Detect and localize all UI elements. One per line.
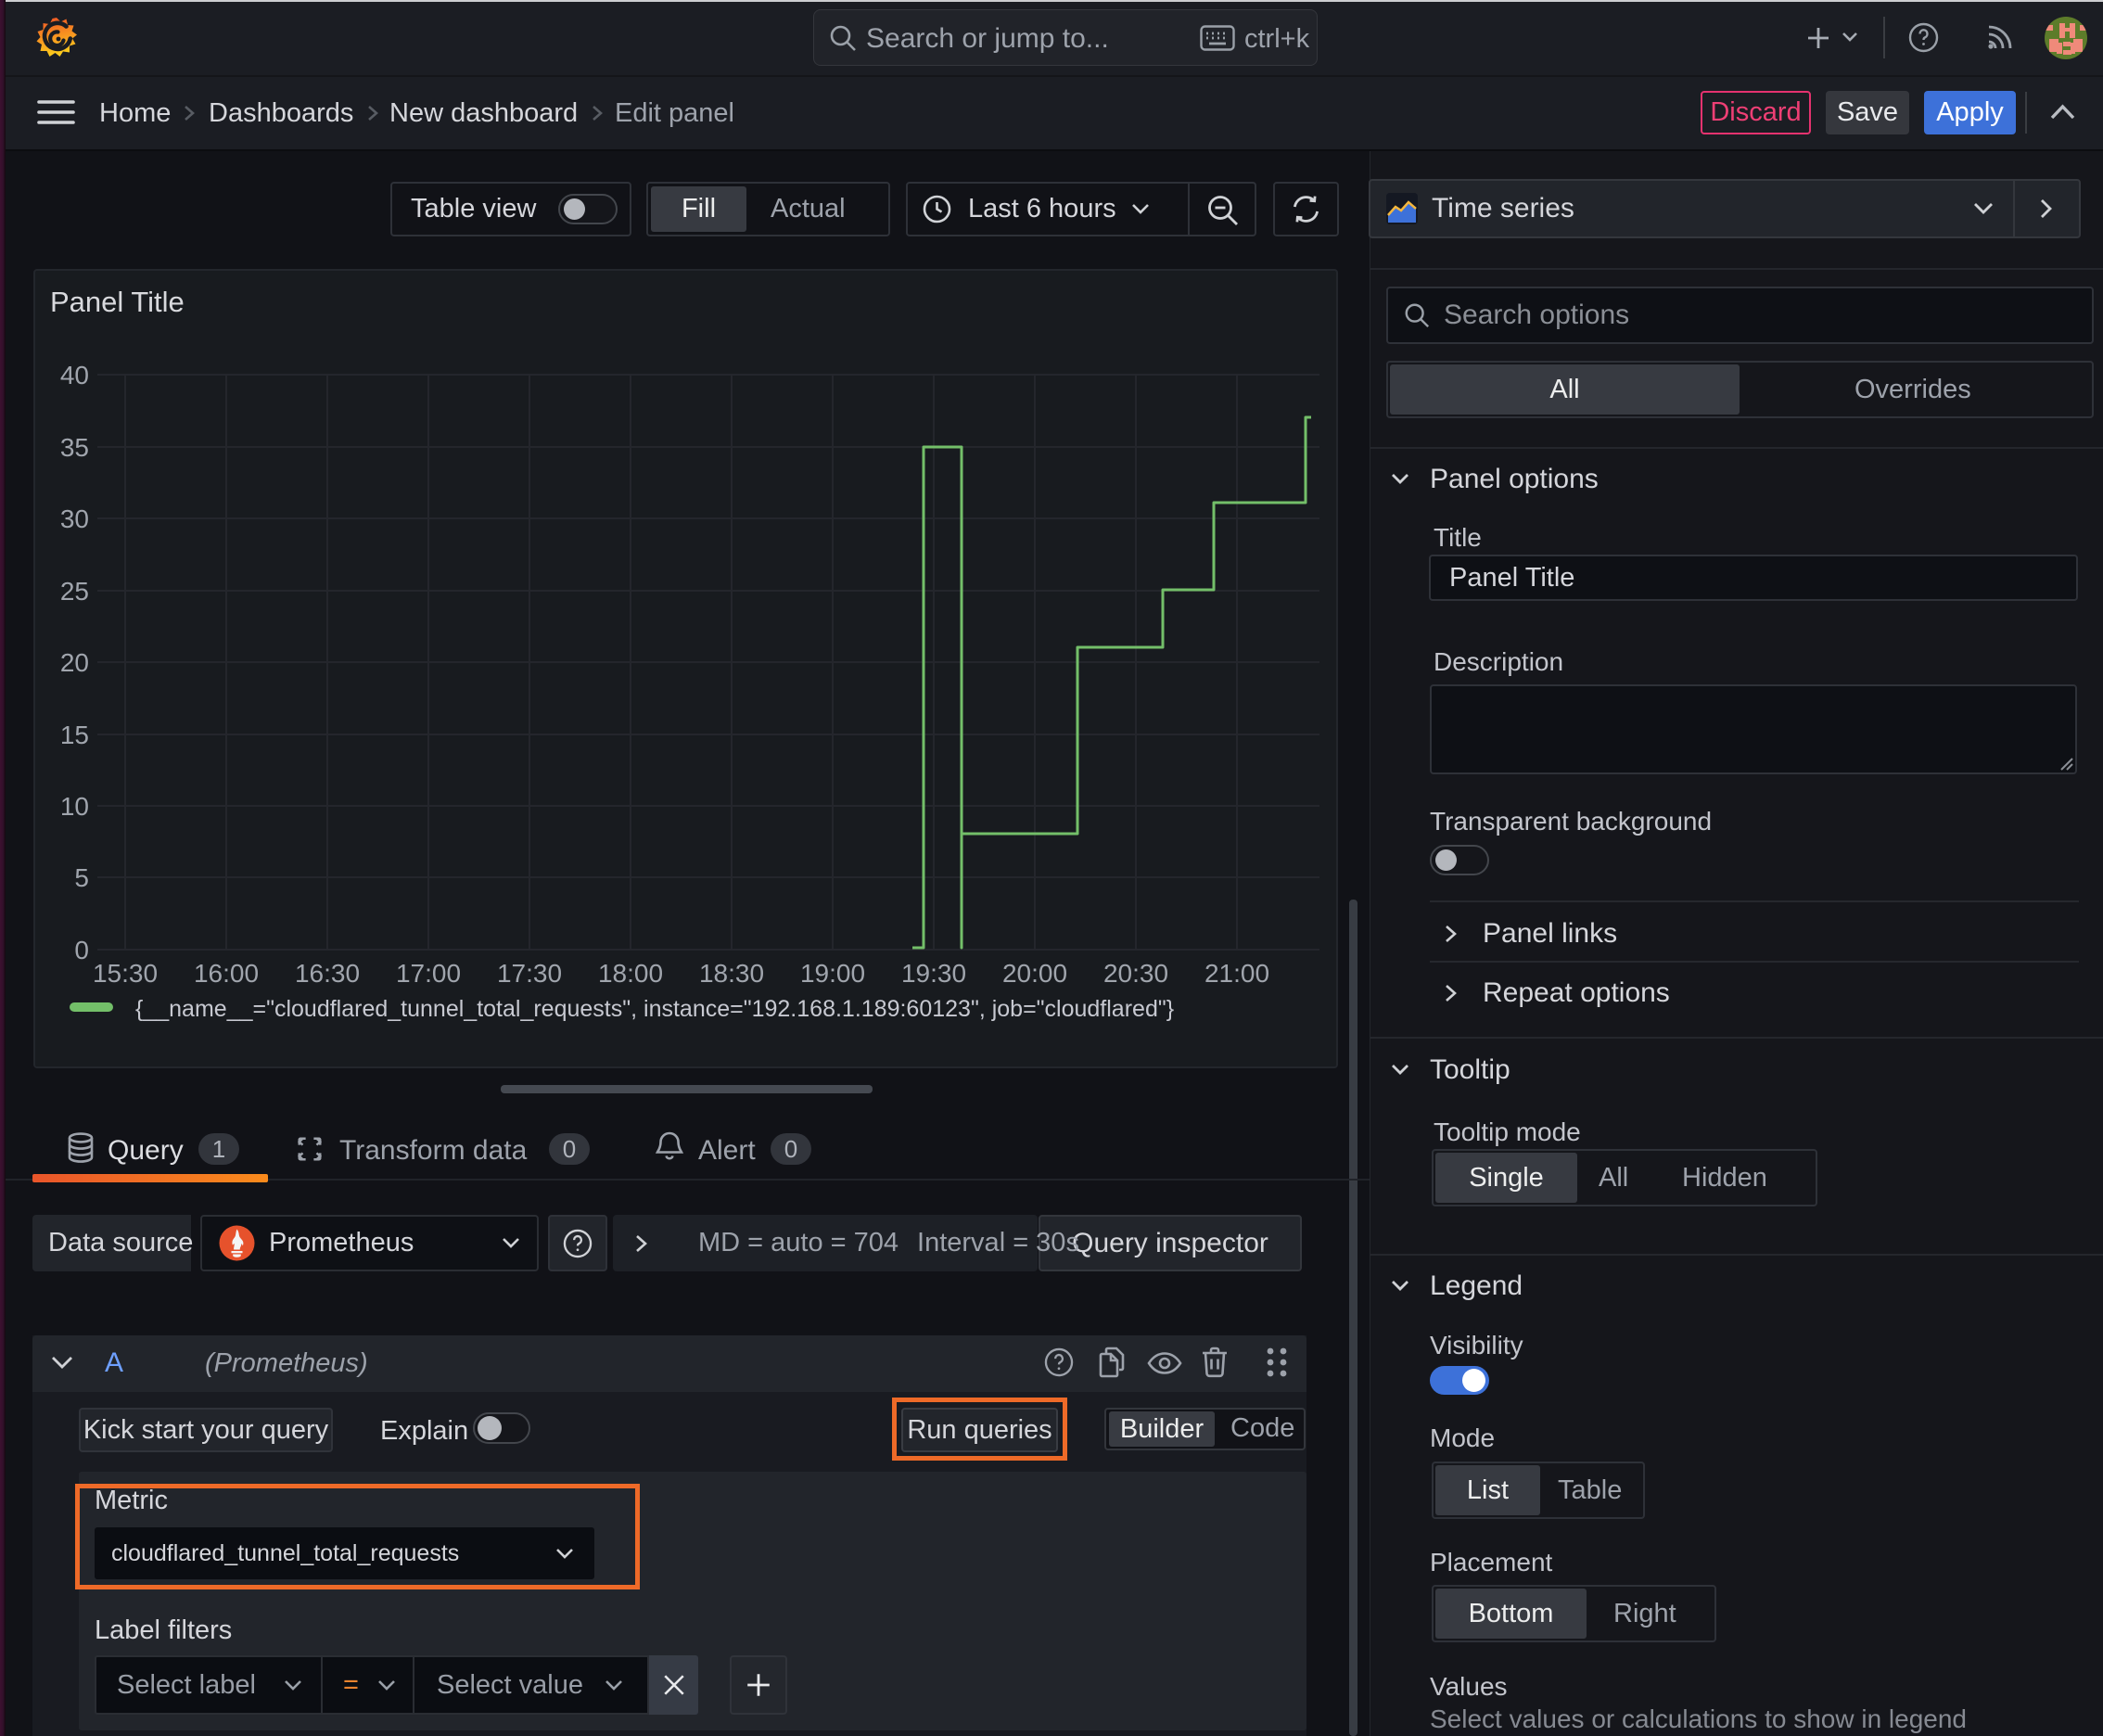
- svg-text:17:00: 17:00: [396, 959, 461, 988]
- svg-text:35: 35: [60, 433, 89, 462]
- svg-text:17:30: 17:30: [497, 959, 562, 988]
- svg-text:20:30: 20:30: [1103, 959, 1168, 988]
- svg-text:19:00: 19:00: [800, 959, 865, 988]
- svg-text:{__name__="cloudflared_tunnel_: {__name__="cloudflared_tunnel_total_requ…: [135, 996, 1174, 1022]
- svg-text:18:00: 18:00: [598, 959, 663, 988]
- svg-text:15: 15: [60, 721, 89, 749]
- svg-text:30: 30: [60, 504, 89, 533]
- svg-text:15:30: 15:30: [93, 959, 158, 988]
- svg-text:20: 20: [60, 648, 89, 677]
- svg-text:16:30: 16:30: [295, 959, 360, 988]
- svg-text:20:00: 20:00: [1002, 959, 1067, 988]
- svg-text:18:30: 18:30: [699, 959, 764, 988]
- svg-text:16:00: 16:00: [194, 959, 259, 988]
- svg-text:25: 25: [60, 577, 89, 606]
- svg-text:5: 5: [74, 863, 89, 892]
- svg-text:0: 0: [74, 936, 89, 964]
- svg-text:21:00: 21:00: [1204, 959, 1269, 988]
- svg-text:40: 40: [60, 361, 89, 389]
- svg-text:19:30: 19:30: [901, 959, 966, 988]
- svg-text:10: 10: [60, 792, 89, 821]
